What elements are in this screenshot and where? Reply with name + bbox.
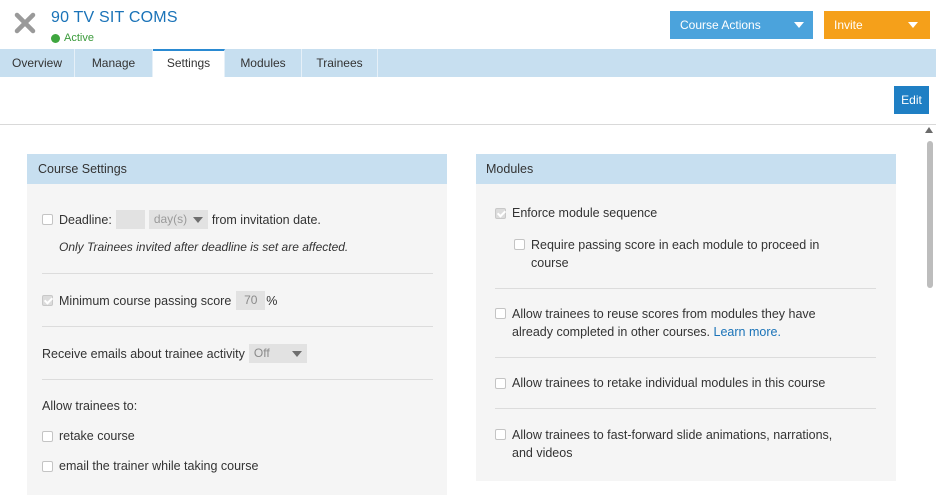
require-passing-line1: Require passing score in each module to … bbox=[531, 238, 820, 252]
fast-forward-label: Allow trainees to fast-forward slide ani… bbox=[512, 426, 832, 462]
passing-score-row: Minimum course passing score 70 % bbox=[42, 291, 277, 310]
reuse-scores-label: Allow trainees to reuse scores from modu… bbox=[512, 305, 816, 341]
deadline-label: Deadline: bbox=[59, 212, 112, 227]
status-dot-icon bbox=[51, 33, 60, 43]
deadline-checkbox[interactable] bbox=[42, 214, 53, 225]
require-passing-label: Require passing score in each module to … bbox=[531, 236, 819, 272]
course-settings-panel: Course Settings Deadline: day(s) from in… bbox=[27, 154, 447, 495]
tab-settings[interactable]: Settings bbox=[153, 49, 225, 77]
emails-row: Receive emails about trainee activity Of… bbox=[42, 344, 307, 363]
passing-score-input[interactable]: 70 bbox=[236, 291, 266, 310]
tab-trainees[interactable]: Trainees bbox=[302, 49, 378, 77]
email-trainer-checkbox[interactable] bbox=[42, 460, 53, 472]
allow-trainees-label: Allow trainees to: bbox=[42, 399, 138, 413]
divider bbox=[42, 273, 433, 274]
divider bbox=[495, 288, 876, 289]
fast-forward-row: Allow trainees to fast-forward slide ani… bbox=[495, 426, 832, 462]
deadline-unit-select[interactable]: day(s) bbox=[148, 210, 208, 229]
reuse-scores-row: Allow trainees to reuse scores from modu… bbox=[495, 305, 816, 341]
passing-score-label: Minimum course passing score bbox=[59, 293, 232, 308]
emails-label: Receive emails about trainee activity bbox=[42, 346, 245, 361]
reuse-scores-checkbox[interactable] bbox=[495, 308, 506, 319]
status-badge: Active bbox=[51, 32, 94, 44]
retake-course-label: retake course bbox=[59, 429, 135, 443]
tab-manage[interactable]: Manage bbox=[75, 49, 153, 77]
reuse-scores-line1: Allow trainees to reuse scores from modu… bbox=[512, 307, 816, 321]
edit-button[interactable]: Edit bbox=[894, 86, 929, 114]
content-divider bbox=[0, 124, 936, 125]
tab-overview[interactable]: Overview bbox=[0, 49, 75, 77]
course-title: 90 TV SIT COMS bbox=[51, 9, 178, 26]
retake-course-row: retake course bbox=[42, 429, 135, 443]
enforce-sequence-row: Enforce module sequence bbox=[495, 206, 657, 220]
chevron-down-icon bbox=[192, 217, 203, 223]
enforce-sequence-label: Enforce module sequence bbox=[512, 206, 658, 220]
email-trainer-row: email the trainer while taking course bbox=[42, 459, 258, 473]
invite-label: Invite bbox=[834, 18, 863, 32]
retake-modules-row: Allow trainees to retake individual modu… bbox=[495, 376, 825, 390]
retake-course-checkbox[interactable] bbox=[42, 430, 53, 442]
passing-score-unit: % bbox=[266, 293, 278, 308]
email-trainer-label: email the trainer while taking course bbox=[59, 459, 259, 473]
divider bbox=[42, 326, 433, 327]
reuse-scores-line2: already completed in other courses. bbox=[512, 325, 711, 339]
deadline-unit-value: day(s) bbox=[153, 212, 188, 226]
chevron-down-icon bbox=[908, 22, 918, 28]
tab-bar: Overview Manage Settings Modules Trainee… bbox=[0, 49, 936, 77]
course-settings-heading: Course Settings bbox=[27, 154, 447, 184]
chevron-down-icon bbox=[794, 22, 804, 28]
scroll-up-arrow-icon[interactable] bbox=[925, 127, 933, 133]
course-actions-button[interactable]: Course Actions bbox=[670, 11, 813, 39]
chevron-down-icon bbox=[291, 351, 302, 357]
deadline-note: Only Trainees invited after deadline is … bbox=[59, 240, 349, 254]
require-passing-checkbox[interactable] bbox=[514, 239, 525, 250]
modules-heading: Modules bbox=[476, 154, 896, 184]
close-icon[interactable] bbox=[12, 10, 38, 36]
enforce-sequence-checkbox[interactable] bbox=[495, 207, 506, 219]
emails-value: Off bbox=[253, 346, 270, 360]
deadline-value-input[interactable] bbox=[115, 210, 145, 229]
divider bbox=[495, 408, 876, 409]
learn-more-link[interactable]: Learn more. bbox=[714, 325, 781, 339]
course-actions-label: Course Actions bbox=[680, 18, 761, 32]
require-passing-row: Require passing score in each module to … bbox=[514, 236, 819, 272]
retake-modules-label: Allow trainees to retake individual modu… bbox=[512, 376, 826, 390]
require-passing-line2: course bbox=[531, 256, 569, 270]
divider bbox=[42, 379, 433, 380]
modules-panel: Modules Enforce module sequence Require … bbox=[476, 154, 896, 481]
course-header: 90 TV SIT COMS Active Course Actions Inv… bbox=[0, 0, 936, 49]
emails-select[interactable]: Off bbox=[248, 344, 307, 363]
status-label: Active bbox=[64, 32, 94, 44]
divider bbox=[495, 357, 876, 358]
tab-modules[interactable]: Modules bbox=[225, 49, 302, 77]
scrollbar-thumb[interactable] bbox=[927, 141, 933, 288]
fast-forward-checkbox[interactable] bbox=[495, 429, 506, 440]
deadline-row: Deadline: day(s) from invitation date. bbox=[42, 210, 321, 229]
passing-score-checkbox[interactable] bbox=[42, 295, 53, 306]
deadline-suffix: from invitation date. bbox=[211, 212, 321, 227]
fast-forward-line1: Allow trainees to fast-forward slide ani… bbox=[512, 428, 833, 442]
fast-forward-line2: and videos bbox=[512, 446, 573, 460]
retake-modules-checkbox[interactable] bbox=[495, 377, 506, 389]
invite-button[interactable]: Invite bbox=[824, 11, 930, 39]
